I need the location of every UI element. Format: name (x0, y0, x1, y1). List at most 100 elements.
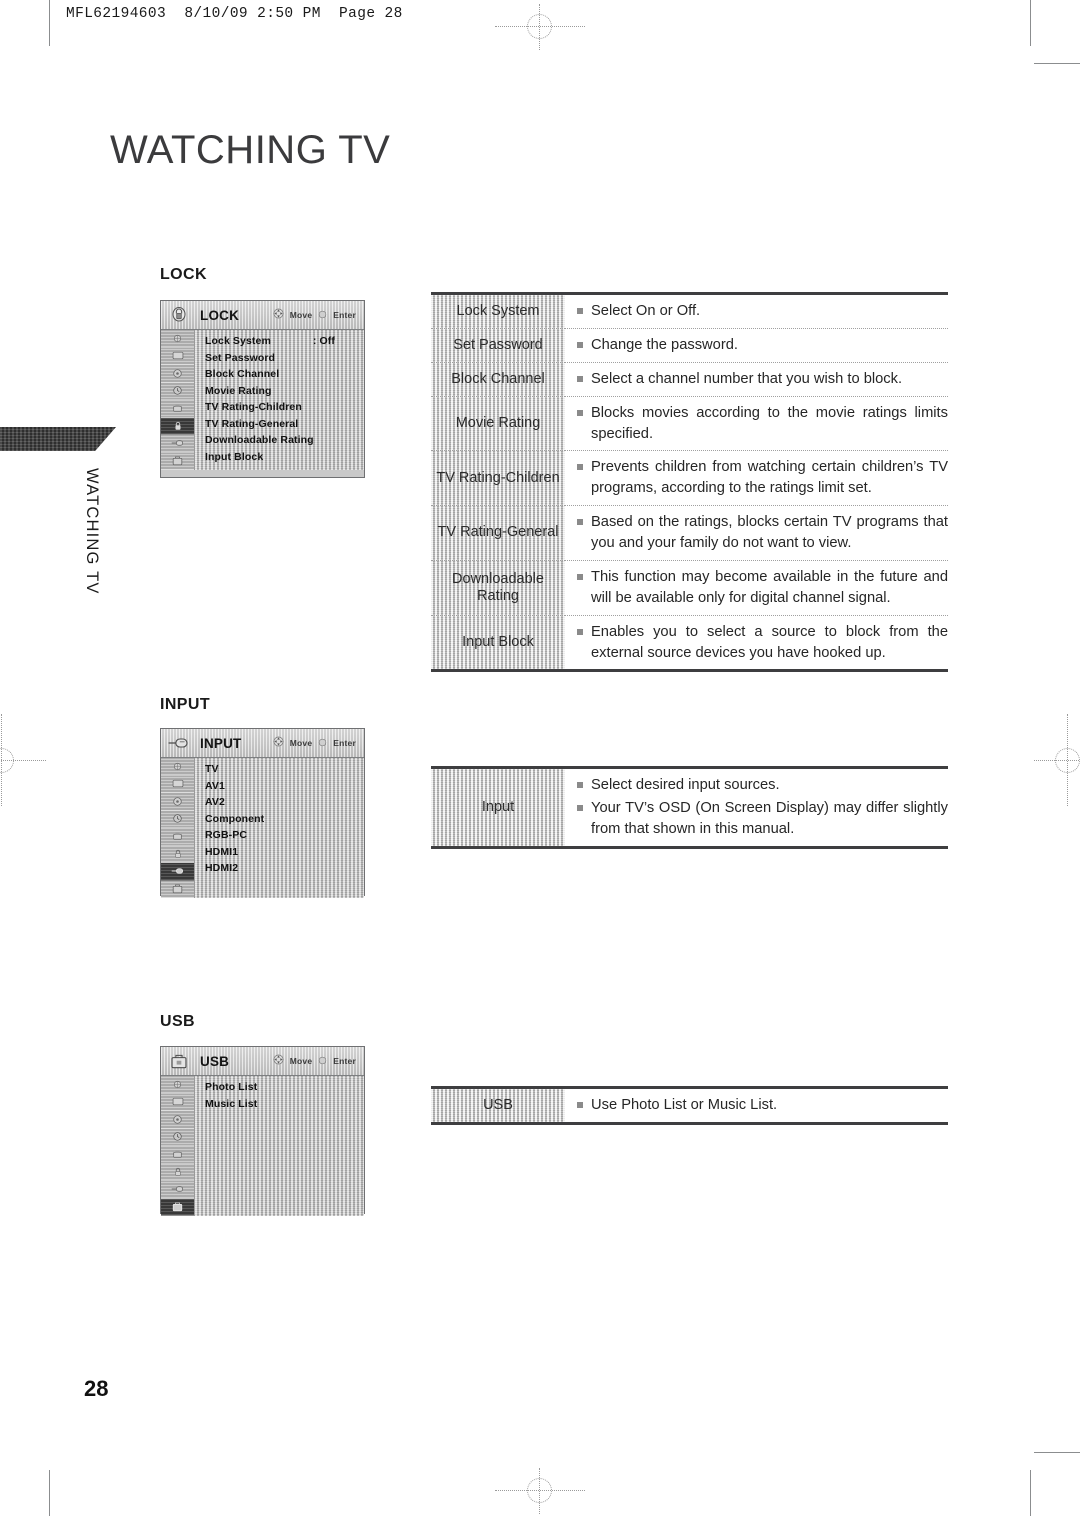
rail-usb-icon[interactable] (161, 1198, 194, 1216)
osd-item-label: Block Channel (205, 368, 280, 380)
description-table-lock: Lock System Select On or Off. Set Passwo… (431, 292, 948, 673)
osd-header-hints-lock: Move Enter (273, 306, 356, 324)
osd-item-label: RGB-PC (205, 829, 248, 841)
osd-item[interactable]: AV1 (205, 778, 364, 795)
osd-item-label: TV Rating-General (205, 417, 299, 430)
osd-item-label: Component (205, 812, 265, 825)
osd-body-usb: Photo List Music List (161, 1076, 364, 1216)
bullet-line: Use Photo List or Music List. (577, 1095, 948, 1116)
rail-option-icon[interactable] (161, 400, 194, 418)
osd-header-hints-usb: Move Enter (273, 1052, 356, 1070)
side-tab-marker (0, 427, 116, 451)
bullet-line: Blocks movies according to the movie rat… (577, 403, 948, 445)
row-label: Lock System (431, 295, 565, 328)
table-row: Set Password Change the password. (431, 327, 948, 362)
rail-lock-icon[interactable] (161, 1164, 194, 1181)
osd-item[interactable]: Music List (205, 1096, 364, 1113)
osd-title-input: INPUT (200, 735, 242, 751)
crop-line-top-left-vertical (49, 0, 50, 46)
page-title: WATCHING TV (110, 128, 391, 172)
rail-usb-icon[interactable] (161, 881, 194, 898)
rail-picture-icon[interactable] (161, 758, 194, 776)
rail-audio-icon[interactable] (161, 793, 194, 811)
rail-input-icon[interactable] (161, 863, 194, 881)
bullet-line: This function may become available in th… (577, 567, 948, 609)
rail-audio-icon[interactable] (161, 365, 194, 383)
crop-line-bottom-right-vertical (1030, 1470, 1031, 1516)
usb-icon (164, 1053, 194, 1070)
table-row: TV Rating-Children Prevents children fro… (431, 450, 948, 505)
osd-move-label-lock: Move (289, 310, 313, 320)
table-row: USB Use Photo List or Music List. (431, 1089, 948, 1122)
rail-audio-icon[interactable] (161, 1111, 194, 1129)
crop-line-bottom-right-horizontal (1034, 1452, 1080, 1453)
rail-time-icon[interactable] (161, 811, 194, 828)
osd-item[interactable]: RGB-PC (205, 827, 364, 844)
row-text: This function may become available in th… (565, 559, 948, 615)
osd-item[interactable]: Photo List (205, 1079, 364, 1096)
rail-lock-icon[interactable] (161, 846, 194, 863)
row-text: Select On or Off. (565, 295, 948, 328)
side-tab-label: WATCHING TV (83, 468, 101, 595)
registration-mark-top-center (495, 4, 585, 50)
dpad-move-icon (273, 734, 284, 752)
osd-item[interactable]: Downloadable Rating (205, 432, 364, 449)
osd-item-label: TV (205, 763, 219, 775)
registration-mark-left-center (0, 714, 58, 806)
osd-item[interactable]: Set Password (205, 350, 364, 367)
osd-item[interactable]: HDMI1 (205, 844, 364, 861)
rail-screen-icon[interactable] (161, 776, 194, 793)
rail-input-icon[interactable] (161, 1181, 194, 1199)
osd-item-list-usb: Photo List Music List (195, 1076, 364, 1216)
osd-item-label: Set Password (205, 351, 276, 364)
rail-option-icon[interactable] (161, 828, 194, 846)
rail-input-icon[interactable] (161, 435, 194, 453)
osd-item[interactable]: Movie Rating (205, 383, 364, 400)
osd-item[interactable]: HDMI2 (205, 860, 364, 877)
table-row: Block Channel Select a channel number th… (431, 361, 948, 396)
osd-item-list-input: TV AV1 AV2 Component RGB-PC HDMI1 HDMI2 (195, 758, 364, 898)
osd-item[interactable]: Input Block (205, 449, 364, 466)
osd-header-usb: USB Move Enter (161, 1047, 364, 1076)
osd-item[interactable]: TV (205, 761, 364, 778)
osd-item-label: HDMI2 (205, 862, 239, 874)
osd-item-value: : Off (312, 335, 335, 347)
table-row: Input Select desired input sources. Your… (431, 769, 948, 846)
osd-item[interactable]: TV Rating-General (205, 416, 364, 433)
rail-option-icon[interactable] (161, 1146, 194, 1164)
section-caption-input: INPUT (160, 696, 210, 713)
row-text: Change the password. (565, 327, 948, 362)
crop-line-bottom-left-vertical (49, 1470, 50, 1516)
table-row: Lock System Select On or Off. (431, 295, 948, 328)
row-label: Set Password (431, 327, 565, 362)
row-label: Movie Rating (431, 395, 565, 451)
bullet-line: Based on the ratings, blocks certain TV … (577, 512, 948, 554)
row-text: Prevents children from watching certain … (565, 450, 948, 505)
osd-item[interactable]: Lock System: Off (205, 333, 364, 350)
registration-mark-bottom-center (495, 1468, 585, 1514)
osd-header-lock: LOCK Move Enter (161, 301, 364, 330)
row-text: Select desired input sources. Your TV’s … (565, 769, 948, 846)
osd-enter-label-lock: Enter (333, 310, 356, 320)
row-label: Input Block (431, 614, 565, 670)
osd-item[interactable]: AV2 (205, 794, 364, 811)
osd-body-lock: Lock System: Off Set Password Block Chan… (161, 330, 364, 470)
osd-panel-usb: USB Move Enter Photo List Music List (160, 1046, 365, 1216)
rail-time-icon[interactable] (161, 1129, 194, 1146)
rail-usb-icon[interactable] (161, 453, 194, 470)
row-label: TV Rating-General (431, 505, 565, 560)
rail-picture-icon[interactable] (161, 330, 194, 348)
rail-screen-icon[interactable] (161, 1094, 194, 1111)
osd-item[interactable]: Component (205, 811, 364, 828)
rail-screen-icon[interactable] (161, 348, 194, 365)
row-label: Downloadable Rating (431, 559, 565, 615)
osd-item[interactable]: Block Channel (205, 366, 364, 383)
row-label: Input (431, 769, 565, 846)
rail-lock-icon[interactable] (161, 417, 194, 435)
osd-rail-lock (161, 330, 195, 470)
osd-item[interactable]: TV Rating-Children (205, 399, 364, 416)
osd-header-input: INPUT Move Enter (161, 729, 364, 758)
osd-item-label: Downloadable Rating (205, 434, 314, 446)
rail-picture-icon[interactable] (161, 1076, 194, 1094)
rail-time-icon[interactable] (161, 383, 194, 400)
